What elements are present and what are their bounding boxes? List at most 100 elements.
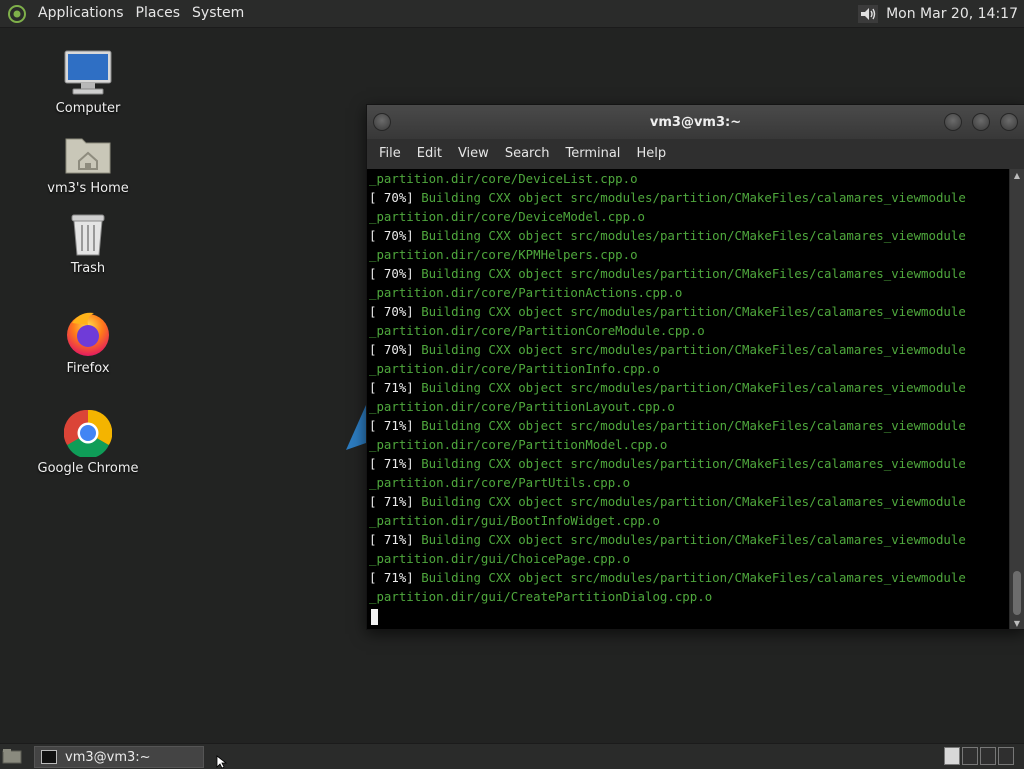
terminal-line: [ 71%] Building CXX object src/modules/p… [367,454,1009,473]
build-text: Building CXX object src/modules/partitio… [413,418,966,433]
build-text: _partition.dir/gui/ChoicePage.cpp.o [369,551,631,566]
menu-system[interactable]: System [186,0,250,27]
build-text: _partition.dir/core/PartitionModel.cpp.o [369,437,668,452]
terminal-line: _partition.dir/core/DeviceList.cpp.o [367,169,1009,188]
menu-file[interactable]: File [371,139,409,169]
progress-percent: [ 70%] [369,266,414,281]
top-panel: Applications Places System Mon Mar 20, 1… [0,0,1024,28]
menu-edit[interactable]: Edit [409,139,450,169]
build-text: _partition.dir/core/DeviceList.cpp.o [369,171,638,186]
desktop-icon-trash[interactable]: Trash [33,207,143,276]
build-text: _partition.dir/core/PartitionCoreModule.… [369,323,705,338]
build-text: _partition.dir/core/PartUtils.cpp.o [369,475,631,490]
terminal-output[interactable]: _partition.dir/core/DeviceList.cpp.o [ 70… [367,169,1009,629]
progress-percent: [ 70%] [369,304,414,319]
menu-applications[interactable]: Applications [32,0,130,27]
terminal-line: _partition.dir/core/PartitionModel.cpp.o [367,435,1009,454]
progress-percent: [ 71%] [369,456,414,471]
progress-percent: [ 70%] [369,190,414,205]
workspace-2[interactable] [962,747,978,765]
desktop-icon-label: Firefox [66,361,110,376]
build-text: _partition.dir/core/PartitionActions.cpp… [369,285,683,300]
maximize-button[interactable] [972,113,990,131]
terminal-line: _partition.dir/core/KPMHelpers.cpp.o [367,245,1009,264]
terminal-menubar: File Edit View Search Terminal Help [367,139,1024,169]
progress-percent: [ 71%] [369,380,414,395]
scroll-up-arrow-icon[interactable]: ▲ [1010,169,1024,181]
show-desktop-icon[interactable] [2,748,22,764]
desktop-icon-label: Computer [55,101,121,116]
build-text: Building CXX object src/modules/partitio… [413,456,966,471]
build-text: _partition.dir/core/KPMHelpers.cpp.o [369,247,638,262]
window-title: vm3@vm3:~ [649,114,742,130]
terminal-titlebar[interactable]: vm3@vm3:~ [367,105,1024,139]
progress-percent: [ 71%] [369,570,414,585]
desktop-icon-label: vm3's Home [47,181,129,196]
terminal-line: _partition.dir/core/PartitionInfo.cpp.o [367,359,1009,378]
terminal-line: _partition.dir/core/PartitionActions.cpp… [367,283,1009,302]
build-text: _partition.dir/gui/BootInfoWidget.cpp.o [369,513,660,528]
home-folder-icon [62,127,114,179]
menu-search[interactable]: Search [497,139,558,169]
terminal-line: [ 70%] Building CXX object src/modules/p… [367,302,1009,321]
taskbar-terminal-button[interactable]: vm3@vm3:~ [34,746,204,768]
desktop-icon-label: Google Chrome [37,461,139,476]
terminal-line: [ 70%] Building CXX object src/modules/p… [367,226,1009,245]
desktop-icon-home[interactable]: vm3's Home [33,127,143,196]
build-text: Building CXX object src/modules/partitio… [413,494,966,509]
desktop-icon-label: Trash [70,261,106,276]
terminal-line: _partition.dir/gui/ChoicePage.cpp.o [367,549,1009,568]
computer-icon [62,47,114,99]
menu-view[interactable]: View [450,139,497,169]
desktop-icon-firefox[interactable]: Firefox [33,307,143,376]
progress-percent: [ 71%] [369,494,414,509]
workspace-4[interactable] [998,747,1014,765]
build-text: Building CXX object src/modules/partitio… [413,304,966,319]
bottom-panel: vm3@vm3:~ [0,743,1024,769]
terminal-line: [ 71%] Building CXX object src/modules/p… [367,492,1009,511]
close-button[interactable] [1000,113,1018,131]
terminal-line: [ 71%] Building CXX object src/modules/p… [367,530,1009,549]
trash-icon [62,207,114,259]
top-panel-tray: Mon Mar 20, 14:17 [858,0,1018,27]
progress-percent: [ 71%] [369,418,414,433]
build-text: Building CXX object src/modules/partitio… [413,532,966,547]
build-text: Building CXX object src/modules/partitio… [413,228,966,243]
scroll-down-arrow-icon[interactable]: ▼ [1010,617,1024,629]
mate-logo-icon[interactable] [8,4,26,23]
menu-places[interactable]: Places [130,0,187,27]
terminal-line: _partition.dir/core/PartUtils.cpp.o [367,473,1009,492]
terminal-line: _partition.dir/core/PartitionCoreModule.… [367,321,1009,340]
top-menu: Applications Places System [32,0,250,27]
minimize-button[interactable] [944,113,962,131]
terminal-line: _partition.dir/gui/BootInfoWidget.cpp.o [367,511,1009,530]
text-cursor [371,608,378,625]
menu-terminal[interactable]: Terminal [557,139,628,169]
desktop-icon-chrome[interactable]: Google Chrome [33,407,143,476]
window-menu-button[interactable] [373,113,391,131]
firefox-icon [62,307,114,359]
build-text: _partition.dir/core/PartitionInfo.cpp.o [369,361,660,376]
terminal-scrollbar[interactable]: ▲ ▼ [1010,169,1024,629]
workspace-3[interactable] [980,747,996,765]
terminal-line: [ 70%] Building CXX object src/modules/p… [367,188,1009,207]
terminal-line: [ 70%] Building CXX object src/modules/p… [367,340,1009,359]
taskbar-label: vm3@vm3:~ [65,749,151,765]
progress-percent: [ 70%] [369,228,414,243]
build-text: _partition.dir/core/DeviceModel.cpp.o [369,209,646,224]
terminal-line: [ 70%] Building CXX object src/modules/p… [367,264,1009,283]
build-text: _partition.dir/gui/CreatePartitionDialog… [369,589,713,604]
volume-icon[interactable] [858,4,879,23]
build-text: Building CXX object src/modules/partitio… [413,342,966,357]
scrollbar-thumb[interactable] [1013,571,1021,615]
build-text: Building CXX object src/modules/partitio… [413,266,966,281]
workspace-1[interactable] [944,747,960,765]
terminal-line: _partition.dir/gui/CreatePartitionDialog… [367,587,1009,606]
clock[interactable]: Mon Mar 20, 14:17 [886,6,1018,22]
terminal-icon [41,750,57,764]
build-text: Building CXX object src/modules/partitio… [413,380,966,395]
terminal-window: vm3@vm3:~ File Edit View Search Terminal… [366,104,1024,630]
desktop-icon-computer[interactable]: Computer [33,47,143,116]
mouse-pointer-icon [216,755,228,769]
menu-help[interactable]: Help [628,139,674,169]
